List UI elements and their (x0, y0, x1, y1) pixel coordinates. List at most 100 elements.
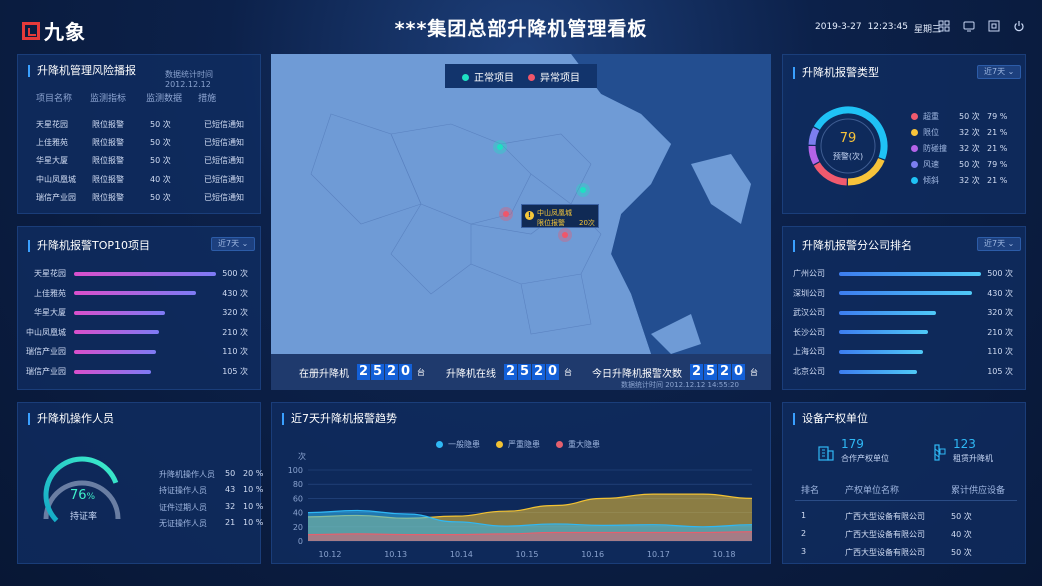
fullscreen-icon[interactable] (987, 20, 1000, 33)
cell: 40 次 (150, 175, 171, 184)
list-item[interactable]: 上海公司 110 次 (793, 346, 1013, 357)
monitor-icon[interactable] (962, 20, 975, 33)
table-row[interactable]: 中山凤凰城 限位报警 40 次 已短信通知 (36, 174, 266, 185)
power-icon[interactable] (1012, 20, 1025, 33)
period-select[interactable]: 近7天 ⌄ (211, 237, 256, 251)
legend-item[interactable]: 防碰撞 32 次 21 % (911, 143, 1013, 154)
bar-value: 105 次 (987, 367, 1013, 376)
y-tick-label: 20 (293, 523, 303, 532)
list-item[interactable]: 长沙公司 210 次 (793, 327, 1013, 338)
list-item[interactable]: 上佳雅苑 430 次 (24, 288, 248, 299)
bar-value: 110 次 (987, 347, 1013, 357)
digit: 2 (532, 364, 545, 380)
partner-label: 合作产权单位 (841, 454, 889, 463)
legend-abnormal[interactable]: 异常项目 (528, 69, 580, 84)
op-pct: 10 % (243, 502, 264, 511)
table-row[interactable]: 1 广西大型设备有限公司 50 次 (801, 511, 1011, 522)
cell: 1 (801, 511, 807, 520)
table-row[interactable]: 瑞信产业园 限位报警 50 次 已短信通知 (36, 192, 266, 203)
bar-value: 500 次 (222, 269, 248, 278)
bar-track (839, 369, 981, 374)
list-item[interactable]: 广州公司 500 次 (793, 268, 1013, 279)
period-select[interactable]: 近7天 ⌄ (977, 65, 1022, 79)
donut-segment (813, 162, 848, 186)
divider (795, 500, 1017, 501)
map-marker-abnormal (503, 211, 509, 217)
legend-item[interactable]: 超重 50 次 79 % (911, 111, 1013, 122)
company-panel: 升降机报警分公司排名 近7天 ⌄ 广州公司 500 次深圳公司 430 次武汉公司 3… (782, 226, 1026, 390)
legend-label: 防碰撞 (923, 144, 947, 153)
x-tick-label: 10.15 (516, 550, 539, 559)
legend-value: 32 次 (959, 128, 980, 137)
trend-chart: 0 20 40 60 80 100 次 10.12 10.13 10.14 10.15 10.16 10… (288, 451, 753, 559)
cell: 限位报警 (92, 175, 124, 184)
list-item[interactable]: 天星花园 500 次 (24, 268, 248, 279)
alarm-type-panel: 升降机报警类型 近7天 ⌄ 79 预警(次) 超重 50 次 79 % 限位 32 次 2… (782, 54, 1026, 214)
cell: 限位报警 (92, 193, 124, 202)
op-pct: 20 % (243, 469, 264, 478)
bar-fill (74, 310, 165, 315)
chevron-down-icon: ⌄ (1007, 239, 1015, 248)
gauge-unit: % (86, 492, 96, 502)
chevron-down-icon: ⌄ (1007, 67, 1015, 76)
legend-normal[interactable]: 正常项目 (462, 69, 514, 84)
chevron-down-icon: ⌄ (241, 239, 249, 248)
digit: 5 (518, 364, 531, 380)
legend-item[interactable]: 倾斜 32 次 21 % (911, 175, 1013, 186)
gauge-number: 76 (70, 488, 87, 503)
list-item: 无证操作人员 21 10 % (159, 518, 273, 529)
list-item[interactable]: 北京公司 105 次 (793, 366, 1013, 377)
grid-icon[interactable] (937, 20, 950, 33)
table-row[interactable]: 2 广西大型设备有限公司 40 次 (801, 529, 1011, 540)
digit: 2 (385, 364, 398, 380)
digits: 2520 (357, 364, 413, 380)
tooltip-detail: 限位报警 20次 (537, 218, 598, 228)
header-cell: 排名 (801, 486, 820, 496)
stat-unit: 台 (750, 367, 758, 377)
bar-label: 广州公司 (793, 269, 825, 278)
legend-label: 倾斜 (923, 176, 939, 185)
bar-fill (74, 349, 157, 354)
period-select[interactable]: 近7天 ⌄ (977, 237, 1022, 251)
bar-track (839, 330, 981, 335)
list-item[interactable]: 中山凤凰城 210 次 (24, 327, 248, 338)
cell: 已短信通知 (204, 175, 244, 184)
owner-panel: 设备产权单位 179 合作产权单位 123 租赁升降机 排名 产权单位名称 累计供应… (782, 402, 1026, 564)
list-item[interactable]: 瑞信产业园 105 次 (24, 366, 248, 377)
legend-pct: 79 % (987, 112, 1008, 121)
bar-value: 210 次 (222, 327, 248, 337)
bar-track (74, 291, 216, 296)
dot-icon (528, 74, 535, 81)
header-cell: 措施 (198, 94, 217, 104)
list-item[interactable]: 深圳公司 430 次 (793, 288, 1013, 299)
stat-label: 升降机在线 (446, 368, 496, 380)
header-cell: 项目名称 (36, 94, 73, 104)
legend-item[interactable]: 风速 50 次 79 % (911, 159, 1013, 170)
legend-value: 50 次 (959, 112, 980, 121)
cell: 50 次 (150, 120, 171, 129)
table-row[interactable]: 3 广西大型设备有限公司 50 次 (801, 547, 1011, 558)
cell: 天星花园 (36, 120, 68, 129)
list-item: 持证操作人员 43 10 % (159, 485, 273, 496)
list-item[interactable]: 瑞信产业园 110 次 (24, 346, 248, 357)
table-row[interactable]: 天星花园 限位报警 50 次 已短信通知 (36, 119, 266, 130)
donut-center-label: 预警(次) (832, 152, 864, 161)
y-tick-label: 60 (293, 494, 303, 503)
legend-label: 正常项目 (474, 72, 514, 84)
legend-item[interactable]: 限位 32 次 21 % (911, 127, 1013, 138)
time: 12:23:45 (867, 22, 908, 32)
bar-value: 320 次 (987, 308, 1013, 318)
list-item[interactable]: 华星大厦 320 次 (24, 307, 248, 318)
table-row[interactable]: 华星大厦 限位报警 50 次 已短信通知 (36, 155, 266, 166)
bar-track (839, 310, 981, 315)
bar-value: 110 次 (222, 347, 248, 357)
list-item[interactable]: 武汉公司 320 次 (793, 307, 1013, 318)
bar-label: 瑞信产业园 (26, 347, 66, 357)
bar-label: 上佳雅苑 (34, 288, 66, 298)
digit: 0 (399, 364, 412, 380)
table-row[interactable]: 上佳雅苑 限位报警 50 次 已短信通知 (36, 137, 266, 148)
alarm-stat: 今日升降机报警次数 2520 台 (592, 364, 758, 380)
digit: 2 (690, 364, 703, 380)
tooltip-title: 中山凤凰城 (537, 209, 572, 217)
map-panel[interactable]: 正常项目 异常项目 ! 中山凤凰城 限位报警 20次 在册升降机 2520 台 升… (271, 54, 771, 390)
